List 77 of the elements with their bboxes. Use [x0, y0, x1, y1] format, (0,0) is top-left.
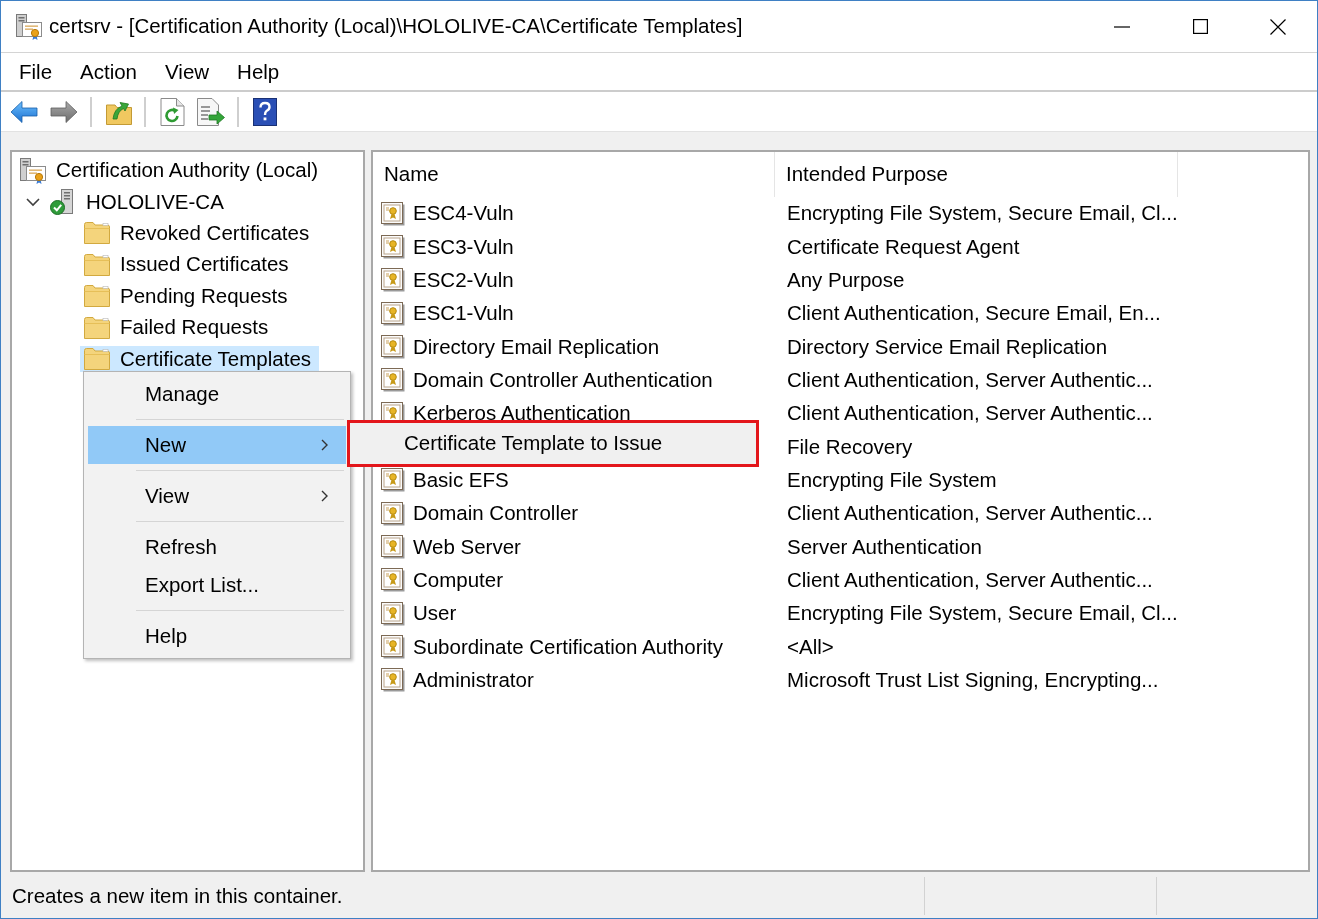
- list-item[interactable]: Directory Email Replication: [381, 334, 660, 359]
- certificate-template-icon: [381, 634, 405, 659]
- table-cell-text: Server Authentication: [787, 533, 982, 560]
- menu-item[interactable]: Help: [88, 617, 346, 655]
- tree-item[interactable]: Failed Requests: [80, 314, 277, 341]
- table-cell-text: Encrypting File System: [787, 466, 997, 493]
- certificate-template-icon: [381, 668, 405, 693]
- tree-item[interactable]: HOLOLIVE-CA: [46, 189, 232, 216]
- table-cell-text: Any Purpose: [787, 266, 905, 293]
- table-cell-text: Client Authentication, Server Authentic...: [787, 366, 1153, 393]
- list-item[interactable]: Administrator: [381, 668, 534, 693]
- list-item[interactable]: ESC2-Vuln: [381, 268, 514, 293]
- column-header[interactable]: Name: [373, 152, 775, 197]
- minimize-icon: [1114, 25, 1130, 28]
- column-header[interactable]: Intended Purpose: [775, 152, 1178, 197]
- menu-item[interactable]: Refresh: [88, 528, 346, 566]
- window-title: certsrv - [Certification Authority (Local)\HOLOLIVE-CA\Certificate Templates]: [49, 13, 743, 40]
- menu-bar-item[interactable]: View: [156, 56, 219, 87]
- list-item[interactable]: Basic EFS: [381, 468, 509, 493]
- list-item[interactable]: Web Server: [381, 534, 521, 559]
- table-cell-text: Microsoft Trust List Signing, Encrypting...: [787, 666, 1159, 693]
- folder-icon: [84, 316, 110, 339]
- certificate-template-icon: [381, 201, 405, 226]
- table-cell-text: Directory Service Email Replication: [787, 333, 1108, 360]
- certificate-server-icon: [20, 157, 46, 184]
- menu-item[interactable]: Certificate Template to Issue: [350, 423, 756, 464]
- left-arrow-icon[interactable]: [10, 99, 38, 124]
- certificate-template-icon: [381, 534, 405, 559]
- list-item[interactable]: ESC3-Vuln: [381, 235, 514, 259]
- menu-bar-item[interactable]: Help: [228, 56, 289, 87]
- tree-item[interactable]: Certificate Templates: [80, 346, 320, 373]
- table-cell-text: Encrypting File System, Secure Email, Cl...: [787, 200, 1178, 227]
- menu-item[interactable]: Export List...: [88, 566, 346, 604]
- table-cell-text: File Recovery: [787, 433, 913, 460]
- certificate-template-icon: [381, 601, 405, 626]
- list-item[interactable]: User: [381, 601, 457, 626]
- menu-bar-item[interactable]: Action: [71, 56, 147, 87]
- certificate-template-icon: [381, 235, 405, 259]
- menu-item[interactable]: View: [88, 477, 346, 515]
- menu-item[interactable]: Manage: [88, 375, 346, 413]
- certificate-template-icon: [381, 568, 405, 593]
- list-item[interactable]: Domain Controller Authentication: [381, 368, 713, 393]
- certificate-template-icon: [381, 368, 405, 393]
- list-item[interactable]: Subordinate Certification Authority: [381, 634, 723, 659]
- close-icon: [1270, 18, 1286, 35]
- list-item[interactable]: ESC4-Vuln: [381, 201, 514, 226]
- tree-item[interactable]: Pending Requests: [80, 283, 296, 310]
- tree-item[interactable]: Issued Certificates: [80, 251, 297, 278]
- folder-icon: [84, 253, 110, 276]
- help-icon[interactable]: [253, 97, 277, 126]
- folder-icon: [84, 285, 110, 308]
- list-item[interactable]: Computer: [381, 568, 503, 593]
- folder-icon: [84, 222, 110, 245]
- table-cell-text: Client Authentication, Server Authentic...: [787, 500, 1153, 527]
- server-check-icon: [50, 189, 76, 216]
- list-item[interactable]: Domain Controller: [381, 501, 579, 526]
- table-cell-text: <All>: [787, 633, 834, 660]
- certificate-template-icon: [381, 301, 405, 326]
- maximize-icon: [1192, 19, 1208, 34]
- status-text: Creates a new item in this container.: [12, 882, 343, 909]
- certificate-template-icon: [381, 268, 405, 293]
- table-cell-text: Client Authentication, Server Authentic...: [787, 566, 1153, 593]
- menu-bar-item[interactable]: File: [10, 56, 62, 87]
- table-cell-text: Client Authentication, Secure Email, En...: [787, 300, 1161, 327]
- chevron-down-icon[interactable]: [26, 197, 40, 207]
- table-cell-text: Certificate Request Agent: [787, 233, 1020, 260]
- app-icon: [16, 13, 42, 40]
- refresh-icon[interactable]: [160, 97, 185, 126]
- table-cell-text: Encrypting File System, Secure Email, Cl...: [787, 600, 1178, 627]
- tree-item[interactable]: Certification Authority (Local): [16, 157, 327, 184]
- menu-item[interactable]: New: [88, 426, 346, 464]
- tree-item[interactable]: Revoked Certificates: [80, 220, 318, 247]
- certificate-template-icon: [381, 334, 405, 359]
- export-list-icon[interactable]: [197, 97, 225, 126]
- table-cell-text: Client Authentication, Server Authentic...: [787, 400, 1153, 427]
- certificate-template-icon: [381, 501, 405, 526]
- list-item[interactable]: ESC1-Vuln: [381, 301, 514, 326]
